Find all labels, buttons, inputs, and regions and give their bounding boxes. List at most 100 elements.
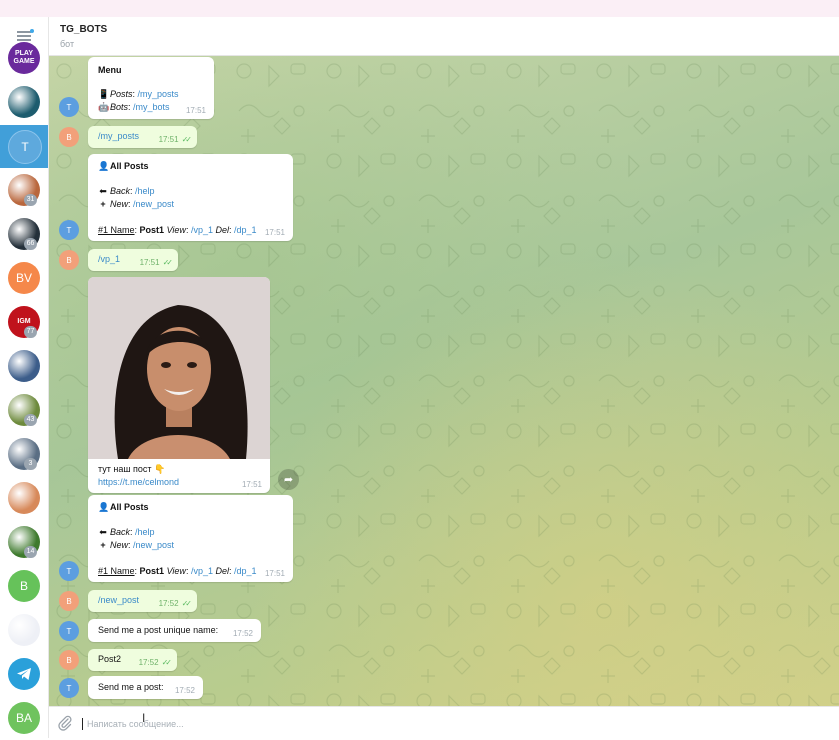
bot-message-all-posts: 👤All Posts ⬅ Back: /help + New: /new_post … bbox=[88, 154, 293, 241]
command-link[interactable]: /new_post bbox=[133, 540, 174, 550]
unread-count-badge: 66 bbox=[24, 238, 37, 250]
message-title: 👤All Posts bbox=[98, 502, 149, 512]
chat-avatar bbox=[8, 350, 40, 382]
unread-count-badge: 3 bbox=[24, 458, 37, 470]
chat-list-item[interactable]: PLAY GAME bbox=[0, 37, 48, 80]
user-message: Post2 17:52 ✓✓ bbox=[88, 649, 177, 671]
chat-avatar: BA bbox=[8, 702, 40, 734]
chat-list-item[interactable]: 14 bbox=[0, 521, 48, 564]
bot-avatar[interactable]: T bbox=[59, 678, 79, 698]
chat-list-item[interactable] bbox=[0, 477, 48, 520]
user-message: /new_post 17:52 ✓✓ bbox=[88, 590, 197, 612]
back-arrow-icon: ⬅ bbox=[99, 527, 107, 537]
plus-icon: + bbox=[100, 540, 106, 550]
command-link[interactable]: /my_bots bbox=[133, 102, 170, 112]
bot-message: Send me a post unique name: 17:52 bbox=[88, 619, 261, 642]
message-time: 17:51 bbox=[158, 135, 179, 144]
back-line: ⬅ Back: /help bbox=[99, 186, 155, 196]
menu-line-bots: 🤖Bots: /my_bots bbox=[98, 102, 170, 112]
user-message: /my_posts 17:51 ✓✓ bbox=[88, 126, 197, 148]
message-time: 17:52 bbox=[232, 629, 253, 638]
bot-message-menu: Menu 📱Posts: /my_posts 🤖Bots: /my_bots 1… bbox=[88, 57, 214, 119]
chat-list-item[interactable]: BV bbox=[0, 257, 48, 300]
chat-avatar bbox=[8, 614, 40, 646]
chat-avatar: BV bbox=[8, 262, 40, 294]
unread-count-badge: 77 bbox=[24, 326, 37, 338]
chat-list-item[interactable]: B bbox=[0, 565, 48, 608]
unread-count-badge: 31 bbox=[24, 194, 37, 206]
chat-avatar bbox=[8, 86, 40, 118]
message-time: 17:51 bbox=[185, 106, 206, 115]
chat-list-item[interactable]: 3 bbox=[0, 433, 48, 476]
chat-list-sidebar: PLAY GAME T 31 66 BV IGM 77 43 3 14 B BA bbox=[0, 17, 49, 738]
unread-count-badge: 43 bbox=[24, 414, 37, 426]
bot-message: Send me a post: 17:52 bbox=[88, 676, 203, 699]
read-ticks-icon: ✓✓ bbox=[162, 258, 174, 267]
command-link[interactable]: /vp_1 bbox=[191, 566, 213, 576]
user-avatar[interactable]: B bbox=[59, 250, 79, 270]
user-avatar[interactable]: B bbox=[59, 650, 79, 670]
post-link[interactable]: https://t.me/celmond bbox=[98, 477, 179, 487]
i-beam-cursor-icon: I bbox=[142, 711, 146, 725]
chat-subtitle: бот bbox=[60, 39, 75, 49]
bot-avatar[interactable]: T bbox=[59, 561, 79, 581]
message-input[interactable] bbox=[85, 713, 789, 735]
message-compose-bar: I bbox=[49, 706, 839, 739]
post-photo[interactable] bbox=[88, 277, 270, 459]
command-link[interactable]: /dp_1 bbox=[234, 225, 257, 235]
back-line: ⬅ Back: /help bbox=[99, 527, 155, 537]
message-area[interactable]: T Menu 📱Posts: /my_posts 🤖Bots: /my_bots… bbox=[49, 56, 839, 706]
command-link[interactable]: /my_posts bbox=[98, 131, 139, 141]
chat-list-item[interactable]: 66 bbox=[0, 213, 48, 256]
message-text: Post2 bbox=[98, 654, 122, 664]
user-message: /vp_1 17:51 ✓✓ bbox=[88, 249, 178, 271]
chat-list-item[interactable]: IGM 77 bbox=[0, 301, 48, 344]
command-link[interactable]: /dp_1 bbox=[234, 566, 257, 576]
telegram-logo-icon bbox=[8, 658, 40, 690]
user-avatar[interactable]: B bbox=[59, 591, 79, 611]
bot-message-all-posts: 👤All Posts ⬅ Back: /help + New: /new_post … bbox=[88, 495, 293, 582]
command-link[interactable]: /help bbox=[135, 527, 155, 537]
read-ticks-icon: ✓✓ bbox=[181, 599, 193, 608]
command-link[interactable]: /new_post bbox=[133, 199, 174, 209]
command-link[interactable]: /my_posts bbox=[138, 89, 179, 99]
forward-arrow-icon[interactable]: ➦ bbox=[278, 469, 299, 490]
message-text: Send me a post unique name: bbox=[98, 625, 219, 635]
chat-list-item[interactable] bbox=[0, 81, 48, 124]
chat-list-item[interactable]: 31 bbox=[0, 169, 48, 212]
read-ticks-icon: ✓✓ bbox=[161, 658, 173, 667]
user-silhouette-icon: 👤 bbox=[98, 502, 110, 512]
post-caption: тут наш пост 👇 bbox=[98, 464, 166, 474]
message-time: 17:52 bbox=[174, 686, 195, 695]
paperclip-attach-icon[interactable] bbox=[57, 715, 73, 731]
read-ticks-icon: ✓✓ bbox=[181, 135, 193, 144]
bot-avatar[interactable]: T bbox=[59, 621, 79, 641]
message-time: 17:51 bbox=[241, 480, 262, 489]
chat-header[interactable]: TG_BOTS бот bbox=[49, 17, 839, 56]
message-time: 17:52 bbox=[138, 658, 159, 667]
post-row: #1 Name: Post1 View: /vp_1 Del: /dp_1 bbox=[98, 225, 257, 235]
message-text: Send me a post: bbox=[98, 682, 164, 692]
chat-list-item[interactable]: 43 bbox=[0, 389, 48, 432]
command-link[interactable]: /new_post bbox=[98, 595, 139, 605]
bot-avatar[interactable]: T bbox=[59, 97, 79, 117]
chat-avatar bbox=[8, 482, 40, 514]
command-link[interactable]: /help bbox=[135, 186, 155, 196]
message-time: 17:51 bbox=[264, 569, 285, 578]
chat-list-item[interactable] bbox=[0, 345, 48, 388]
chat-list-item[interactable]: T bbox=[0, 125, 48, 168]
plus-icon: + bbox=[100, 199, 106, 209]
chat-list-item[interactable]: BA bbox=[0, 697, 48, 740]
bot-avatar[interactable]: T bbox=[59, 220, 79, 240]
message-title: 👤All Posts bbox=[98, 161, 149, 171]
chat-avatar: PLAY GAME bbox=[8, 42, 40, 74]
user-avatar[interactable]: B bbox=[59, 127, 79, 147]
user-silhouette-icon: 👤 bbox=[98, 161, 110, 171]
message-title: Menu bbox=[98, 65, 122, 75]
command-link[interactable]: /vp_1 bbox=[98, 254, 120, 264]
chat-list-item[interactable] bbox=[0, 653, 48, 696]
chat-list-item[interactable] bbox=[0, 609, 48, 652]
command-link[interactable]: /vp_1 bbox=[191, 225, 213, 235]
back-arrow-icon: ⬅ bbox=[99, 186, 107, 196]
chat-title: TG_BOTS bbox=[60, 24, 108, 35]
